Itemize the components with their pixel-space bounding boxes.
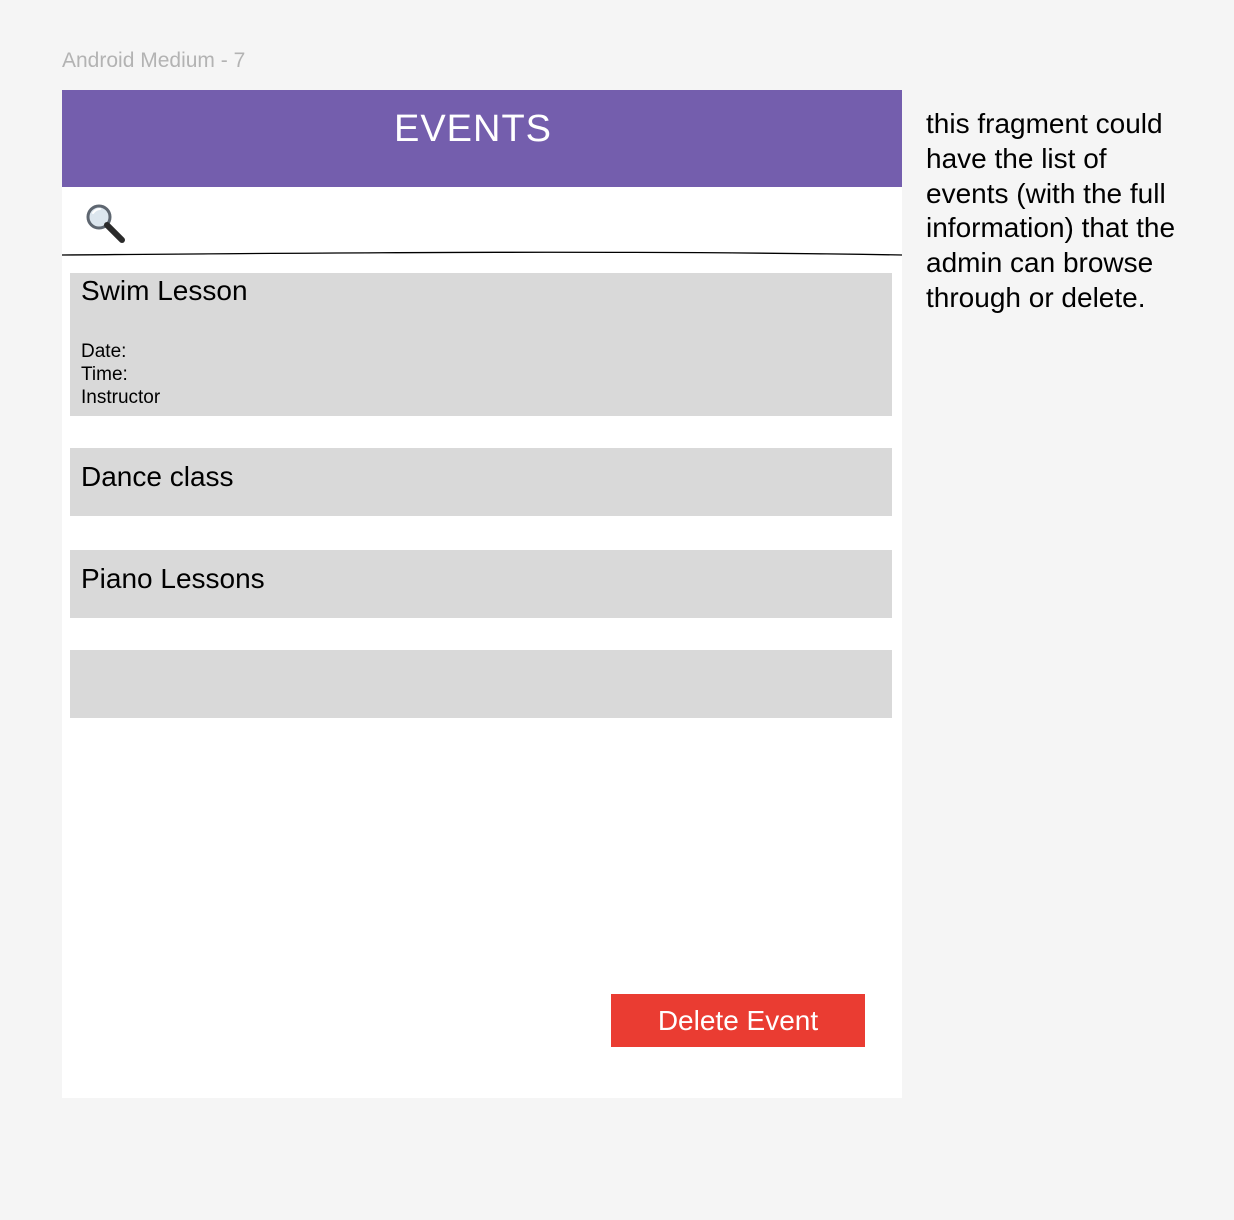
event-instructor-label: Instructor (81, 387, 161, 408)
search-underline (62, 251, 902, 256)
search-input[interactable] (134, 199, 878, 245)
event-card-dance-class[interactable]: Dance class (70, 448, 892, 516)
event-title: Dance class (81, 461, 234, 492)
frame-label: Android Medium - 7 (62, 49, 246, 72)
event-card-swim-lesson[interactable]: Swim Lesson Date: Time: Instructor (70, 273, 892, 416)
annotation-note: this fragment could have the list of eve… (926, 108, 1176, 313)
app-header: EVENTS (62, 90, 902, 187)
event-title: Piano Lessons (81, 563, 265, 594)
event-card-empty[interactable] (70, 650, 892, 718)
event-date-label: Date: (81, 341, 127, 362)
event-details: Date: Time: Instructor (81, 340, 160, 409)
delete-event-button[interactable]: Delete Event (611, 994, 865, 1047)
android-frame: EVENTS Swim Lesson Date: Time: Instructo… (62, 90, 902, 1098)
event-time-label: Time: (81, 364, 128, 385)
search-bar (62, 187, 902, 256)
page-title: EVENTS (393, 108, 553, 150)
event-title: Swim Lesson (81, 275, 248, 306)
event-card-piano-lessons[interactable]: Piano Lessons (70, 550, 892, 618)
search-icon[interactable] (83, 201, 127, 245)
